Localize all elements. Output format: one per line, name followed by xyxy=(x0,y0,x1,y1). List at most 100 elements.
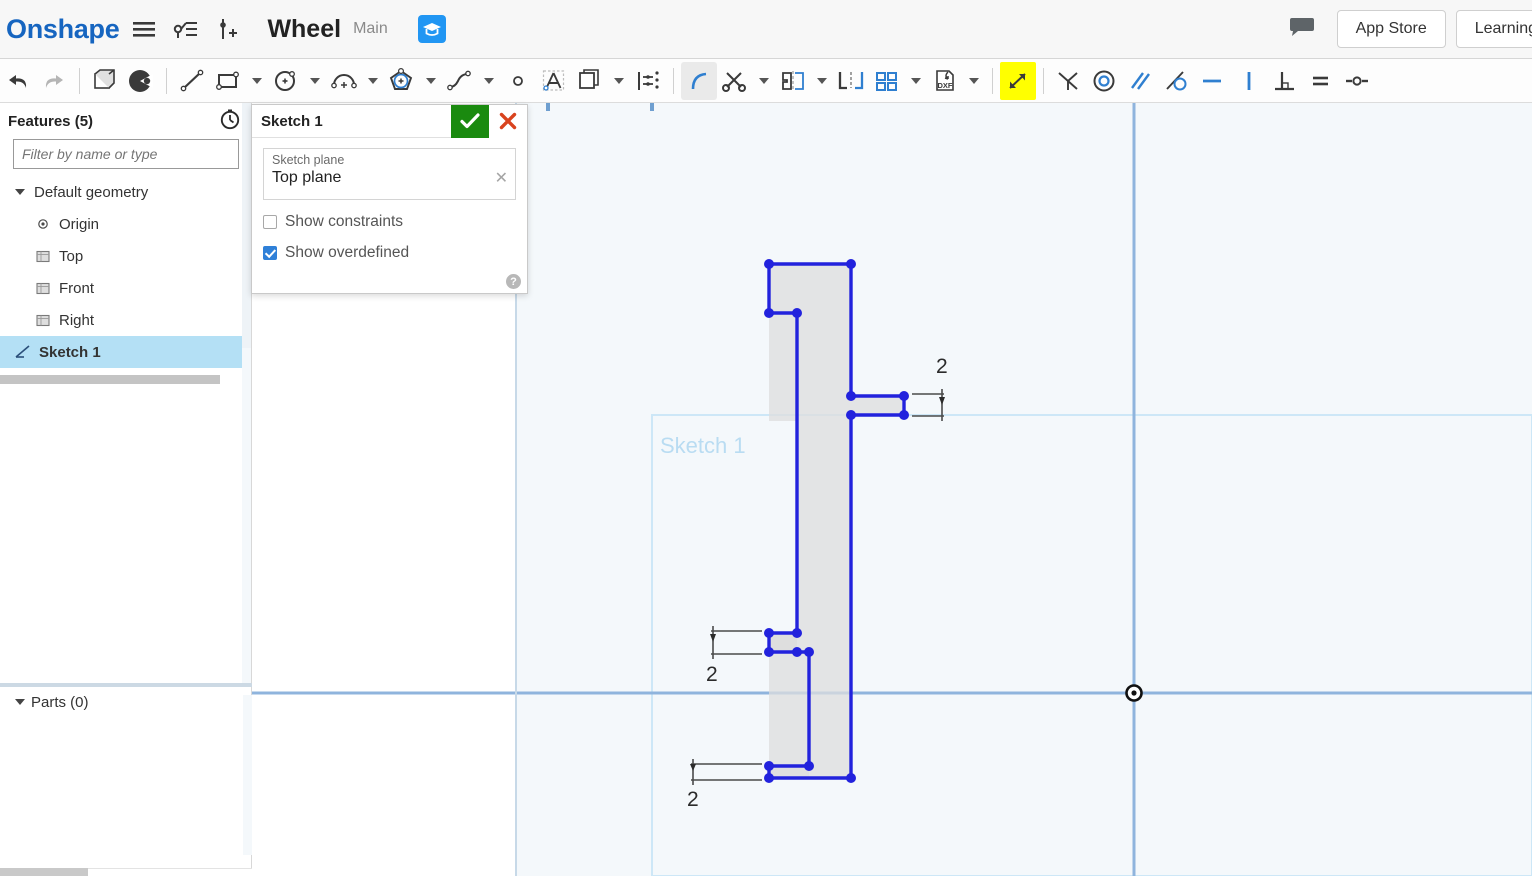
version-graph-icon[interactable] xyxy=(169,12,203,46)
sketch-icon xyxy=(10,344,36,360)
fillet-tool[interactable] xyxy=(681,61,717,100)
dimension-tool[interactable] xyxy=(1000,61,1036,100)
hamburger-menu-icon[interactable] xyxy=(127,12,161,46)
tree-item-label: Origin xyxy=(59,215,100,233)
polygon-tool[interactable] xyxy=(384,62,420,100)
import-dxf-tool[interactable]: DXF xyxy=(927,62,963,100)
linear-pattern-tool[interactable] xyxy=(833,62,869,100)
dimension-left-lower-graphics xyxy=(691,759,762,785)
chevron-down-icon[interactable] xyxy=(9,699,31,705)
grid-pattern-tool[interactable] xyxy=(869,62,905,100)
spline-dropdown[interactable] xyxy=(478,62,500,100)
help-question-icon[interactable]: ? xyxy=(506,274,521,289)
comment-bubble-icon[interactable] xyxy=(1289,16,1315,43)
parts-scrollbar[interactable] xyxy=(243,695,252,855)
parallel-constraint[interactable] xyxy=(1123,62,1159,100)
tree-item-label: Sketch 1 xyxy=(39,343,101,361)
features-scrollbar-thumb[interactable] xyxy=(242,103,251,348)
chevron-down-icon xyxy=(759,77,769,84)
pattern-dropdown[interactable] xyxy=(905,62,927,100)
tree-front-plane[interactable]: Front xyxy=(0,272,251,304)
circle-dropdown[interactable] xyxy=(304,62,326,100)
sketch-dialog-titlebar[interactable]: Sketch 1 xyxy=(252,104,527,138)
mirror-tool[interactable] xyxy=(775,62,811,100)
vertical-constraint[interactable] xyxy=(1231,62,1267,100)
sketch-plane-value: Top plane xyxy=(272,169,342,186)
show-overdefined-label: Show overdefined xyxy=(285,244,410,261)
tangent-constraint[interactable] xyxy=(1159,62,1195,100)
midpoint-constraint[interactable] xyxy=(1339,62,1375,100)
horizontal-scrollbar-thumb[interactable] xyxy=(0,868,88,876)
tree-item-label: Right xyxy=(59,311,95,329)
tree-origin[interactable]: Origin xyxy=(0,208,251,240)
features-title: Features (5) xyxy=(8,112,94,130)
dimension-left-upper-arrow xyxy=(710,634,716,642)
toolbar-separator xyxy=(166,67,167,94)
undo-button[interactable] xyxy=(0,62,36,100)
trim-dropdown[interactable] xyxy=(753,62,775,100)
show-constraints-row[interactable]: Show constraints xyxy=(263,213,516,231)
app-header: Onshape Wheel Main App Store Learning xyxy=(0,0,1532,59)
chevron-down-icon xyxy=(426,77,436,84)
dimension-left-lower-arrow xyxy=(690,764,696,771)
insert-feature-icon[interactable] xyxy=(211,12,245,46)
tree-sketch-1[interactable]: Sketch 1 xyxy=(0,336,251,368)
trim-tool[interactable] xyxy=(717,62,753,100)
sketch-dialog: Sketch 1 Sketch plane Top plane ✕ Show c… xyxy=(251,104,528,294)
rollback-clock-icon[interactable] xyxy=(219,108,241,135)
show-overdefined-checkbox[interactable] xyxy=(263,246,277,260)
filter-input[interactable] xyxy=(13,139,239,169)
accept-button[interactable] xyxy=(451,104,489,138)
concentric-constraint[interactable] xyxy=(1087,62,1123,100)
feature-tree: Default geometry Origin Top Front Right … xyxy=(0,176,251,368)
onshape-logo[interactable]: Onshape xyxy=(6,14,120,45)
coincident-constraint[interactable] xyxy=(1051,62,1087,100)
mirror-dropdown[interactable] xyxy=(811,62,833,100)
arc-tool[interactable] xyxy=(326,62,362,100)
x-clear-icon[interactable]: ✕ xyxy=(495,171,508,187)
chevron-down-icon xyxy=(252,77,262,84)
offset-dropdown[interactable] xyxy=(608,62,630,100)
text-tool[interactable] xyxy=(536,62,572,100)
features-scrollbar[interactable] xyxy=(242,103,251,683)
show-constraints-checkbox[interactable] xyxy=(263,215,277,229)
top-tick-mark xyxy=(546,103,550,111)
sketch-fill-tab-left-lower xyxy=(769,766,809,778)
sketch-plane-field[interactable]: Sketch plane Top plane ✕ xyxy=(263,148,516,200)
learning-center-button[interactable]: Learning xyxy=(1455,10,1532,48)
arc-dropdown[interactable] xyxy=(362,62,384,100)
toolbar-separator xyxy=(1043,67,1044,94)
dimension-left-upper-value[interactable]: 2 xyxy=(706,663,718,687)
extrude-button[interactable] xyxy=(87,62,123,100)
graduation-cap-icon[interactable] xyxy=(417,15,446,43)
rectangle-dropdown[interactable] xyxy=(246,62,268,100)
polygon-dropdown[interactable] xyxy=(420,62,442,100)
perpendicular-constraint[interactable] xyxy=(1267,62,1303,100)
chevron-down-icon[interactable] xyxy=(9,189,31,195)
rollback-bar[interactable] xyxy=(0,375,220,384)
redo-button[interactable] xyxy=(36,62,72,100)
dimension-left-lower-value[interactable]: 2 xyxy=(687,788,699,812)
dxf-dropdown[interactable] xyxy=(963,62,985,100)
circle-tool[interactable] xyxy=(268,62,304,100)
revolve-button[interactable] xyxy=(123,62,159,100)
offset-tool[interactable] xyxy=(572,62,608,100)
dimension-right-value[interactable]: 2 xyxy=(936,355,948,379)
app-store-button[interactable]: App Store xyxy=(1336,10,1446,48)
transform-tool[interactable] xyxy=(630,62,666,100)
tree-top-plane[interactable]: Top xyxy=(0,240,251,272)
toolbar-separator xyxy=(79,67,80,94)
equal-constraint[interactable] xyxy=(1303,62,1339,100)
spline-tool[interactable] xyxy=(442,62,478,100)
horizontal-constraint[interactable] xyxy=(1195,62,1231,100)
cancel-button[interactable] xyxy=(489,104,527,138)
rectangle-tool[interactable] xyxy=(210,62,246,100)
tree-default-geometry[interactable]: Default geometry xyxy=(0,176,251,208)
line-tool[interactable] xyxy=(174,62,210,100)
features-panel: Features (5) Default geometry Origin xyxy=(0,103,252,876)
parts-header[interactable]: Parts (0) xyxy=(0,687,252,717)
point-tool[interactable] xyxy=(500,62,536,100)
show-overdefined-row[interactable]: Show overdefined xyxy=(263,244,516,262)
horizontal-scrollbar[interactable] xyxy=(0,868,252,876)
tree-right-plane[interactable]: Right xyxy=(0,304,251,336)
